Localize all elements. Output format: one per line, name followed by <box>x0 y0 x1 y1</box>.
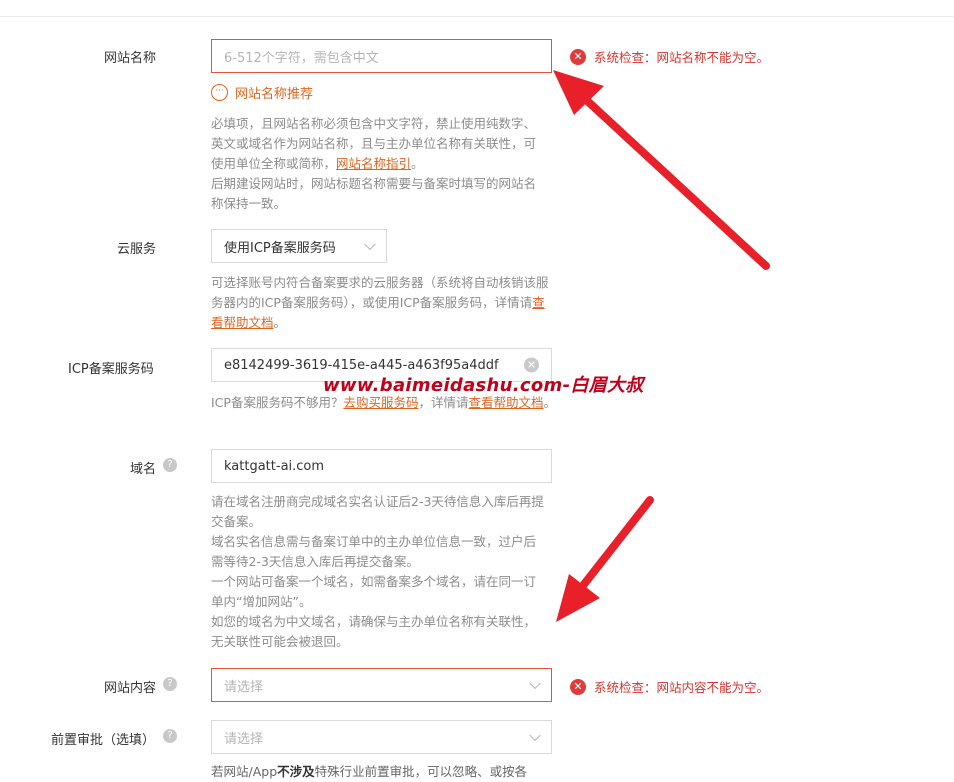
annotation-arrow-2 <box>556 496 654 622</box>
annotation-arrows <box>553 70 770 622</box>
annotation-arrow-1 <box>553 70 770 270</box>
